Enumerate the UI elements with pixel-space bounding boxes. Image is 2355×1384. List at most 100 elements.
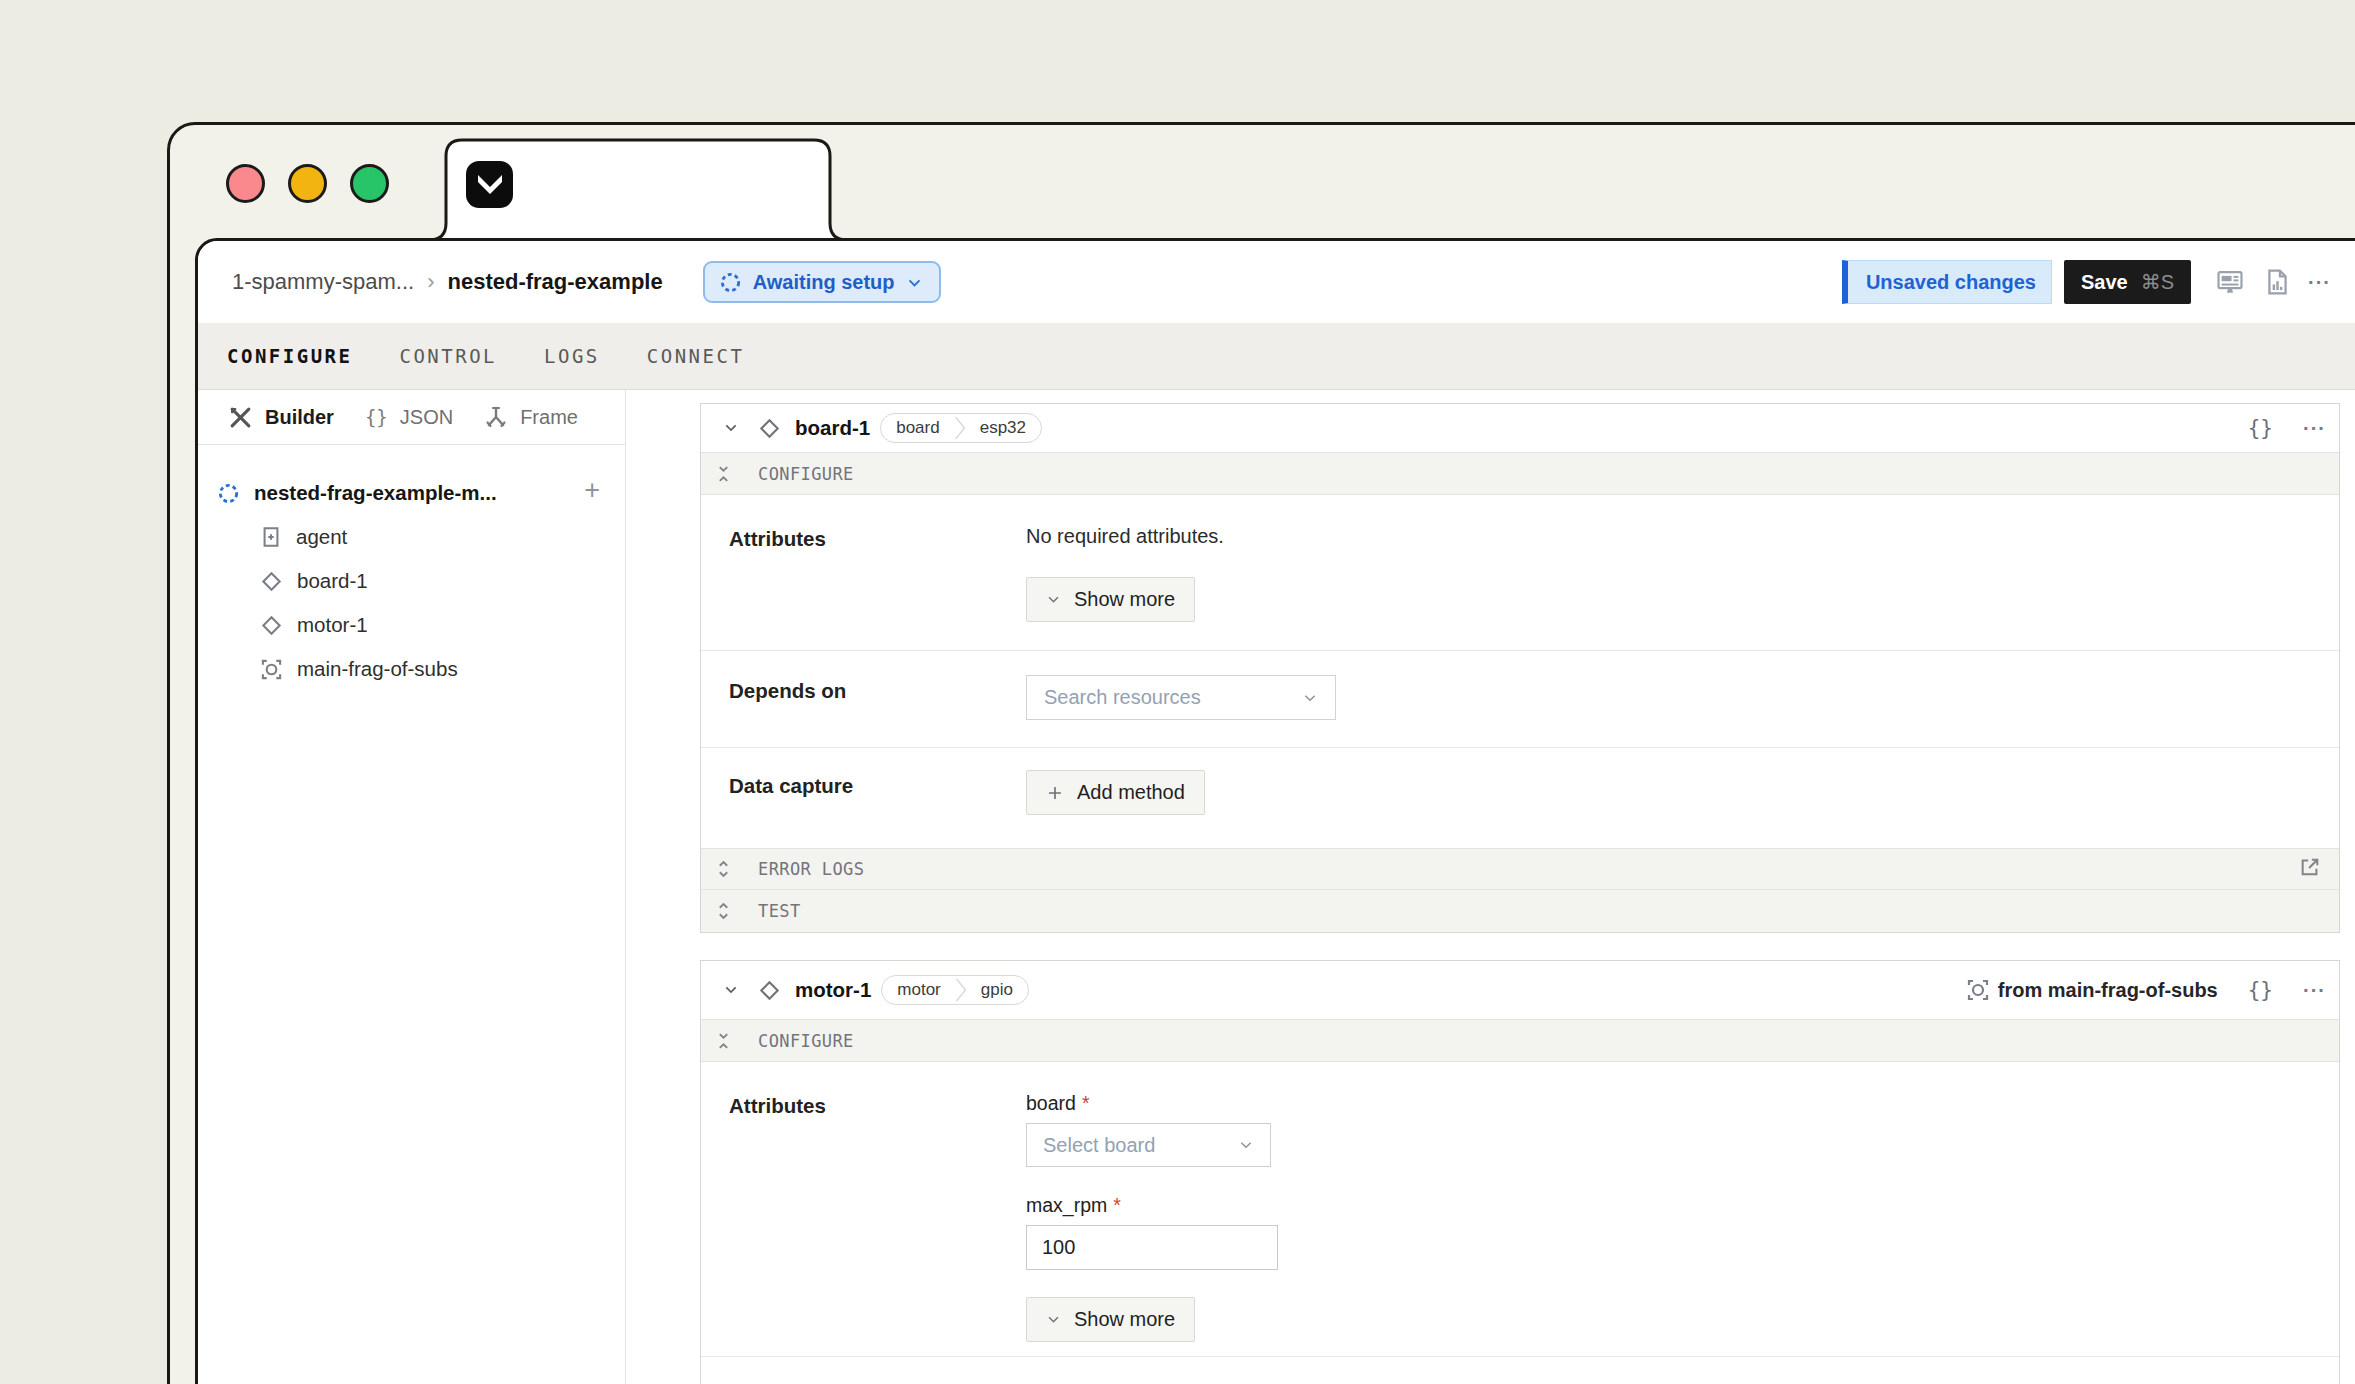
- motor-type-badge: motor gpio: [881, 975, 1029, 1005]
- field-max-rpm-label: max_rpm: [1026, 1194, 1107, 1216]
- awaiting-setup-spinner-icon: [719, 271, 742, 294]
- machine-spinner-icon: [217, 482, 240, 505]
- badge-divider: [956, 975, 966, 1005]
- sidebar-mode-tabs: Builder {} JSON Frame: [198, 390, 625, 445]
- card-menu-icon[interactable]: ···: [2303, 979, 2326, 1002]
- show-more-button[interactable]: Show more: [1026, 577, 1195, 622]
- motor-configure-section[interactable]: CONFIGURE: [701, 1019, 2339, 1062]
- mode-builder-label: Builder: [265, 406, 334, 429]
- required-asterisk: *: [1082, 1092, 1090, 1114]
- collapse-chevron-icon[interactable]: [723, 982, 739, 998]
- tree-item-main-frag-of-subs[interactable]: main-frag-of-subs: [198, 647, 625, 691]
- tree-item-label: board-1: [297, 569, 368, 593]
- depends-placeholder: Search resources: [1044, 686, 1302, 709]
- board-card-header: board-1 board esp32 {} ···: [701, 404, 2339, 452]
- test-label: TEST: [758, 901, 801, 921]
- mode-tab-builder[interactable]: Builder: [228, 405, 334, 430]
- badge-divider: [955, 413, 965, 443]
- board-configure-label: CONFIGURE: [758, 464, 854, 484]
- collapse-section-icon: [717, 464, 730, 484]
- show-more-label: Show more: [1074, 1308, 1175, 1331]
- motor-card-header: motor-1 motor gpio: [701, 961, 2339, 1019]
- from-fragment-label: from main-frag-of-subs: [1998, 979, 2218, 1002]
- maximize-window-button[interactable]: [350, 164, 389, 203]
- show-more-label: Show more: [1074, 588, 1175, 611]
- component-diamond-icon: [758, 979, 781, 1002]
- tree-root-machine[interactable]: nested-frag-example-m... +: [198, 471, 625, 515]
- expand-section-icon: [717, 859, 730, 879]
- app-window: 1-spammy-spam... › nested-frag-example A…: [195, 238, 2355, 1384]
- card-menu-icon[interactable]: ···: [2303, 417, 2326, 440]
- motor-card-tail: [701, 1357, 2339, 1384]
- attributes-label: Attributes: [729, 495, 1026, 650]
- plus-icon: [1046, 784, 1064, 802]
- badge-model: gpio: [966, 980, 1028, 1000]
- attributes-label: Attributes: [729, 1062, 1026, 1342]
- depends-on-label: Depends on: [729, 651, 1026, 747]
- code-braces-icon[interactable]: {}: [2248, 416, 2273, 440]
- close-window-button[interactable]: [226, 164, 265, 203]
- machine-nav: CONFIGURE CONTROL LOGS CONNECT: [198, 323, 2355, 390]
- minimize-window-button[interactable]: [288, 164, 327, 203]
- motor-configure-label: CONFIGURE: [758, 1031, 854, 1051]
- mode-frame-label: Frame: [520, 406, 578, 429]
- code-braces-icon[interactable]: {}: [2248, 978, 2273, 1002]
- chevron-down-icon: [1238, 1137, 1254, 1153]
- viam-logo: [466, 161, 513, 208]
- viam-logo-chevron: [476, 174, 504, 196]
- save-button[interactable]: Save ⌘S: [2064, 260, 2191, 304]
- tree-item-motor-1[interactable]: motor-1: [198, 603, 625, 647]
- board-card-title: board-1: [795, 416, 870, 440]
- depends-on-select[interactable]: Search resources: [1026, 675, 1336, 720]
- mode-tab-json[interactable]: {} JSON: [365, 406, 453, 429]
- tree-item-agent[interactable]: agent: [198, 515, 625, 559]
- board-type-badge: board esp32: [880, 413, 1042, 443]
- max-rpm-input[interactable]: [1026, 1225, 1278, 1270]
- test-section[interactable]: TEST: [701, 889, 2339, 932]
- tab-connect[interactable]: CONNECT: [647, 345, 745, 367]
- data-capture-row: Data capture Add method: [701, 748, 2339, 848]
- more-options-button[interactable]: ···: [2308, 271, 2331, 294]
- machine-header: 1-spammy-spam... › nested-frag-example A…: [198, 241, 2355, 323]
- configure-main: board-1 board esp32 {} ···: [626, 390, 2355, 1384]
- agent-file-icon: [260, 526, 282, 548]
- desktop-background: 1-spammy-spam... › nested-frag-example A…: [0, 0, 2355, 1384]
- tree-item-label: agent: [296, 525, 347, 549]
- select-board-placeholder: Select board: [1043, 1134, 1238, 1157]
- show-more-button[interactable]: Show more: [1026, 1297, 1195, 1342]
- machine-status-badge[interactable]: Awaiting setup: [703, 261, 941, 303]
- frame-axes-icon: [484, 405, 508, 429]
- history-button[interactable]: [2267, 269, 2288, 295]
- json-braces-icon: {}: [365, 406, 388, 428]
- builder-tools-icon: [228, 405, 253, 430]
- badge-type: motor: [882, 980, 955, 1000]
- breadcrumb-parent[interactable]: 1-spammy-spam...: [232, 269, 414, 295]
- tree-item-board-1[interactable]: board-1: [198, 559, 625, 603]
- machine-status-label: Awaiting setup: [753, 271, 895, 294]
- external-link-icon[interactable]: [2299, 856, 2321, 878]
- machine-page-button[interactable]: [2217, 269, 2243, 295]
- add-method-button[interactable]: Add method: [1026, 770, 1205, 815]
- tab-configure[interactable]: CONFIGURE: [227, 345, 352, 367]
- tree-item-label: main-frag-of-subs: [297, 657, 458, 681]
- component-diamond-icon: [260, 570, 283, 593]
- chevron-down-icon: [906, 274, 923, 291]
- mode-tab-frame[interactable]: Frame: [484, 405, 578, 429]
- tab-control[interactable]: CONTROL: [399, 345, 497, 367]
- component-diamond-icon: [260, 614, 283, 637]
- collapse-chevron-icon[interactable]: [723, 420, 739, 436]
- motor-card: motor-1 motor gpio: [700, 960, 2340, 1384]
- error-logs-label: ERROR LOGS: [758, 859, 864, 879]
- save-shortcut: ⌘S: [2141, 270, 2174, 294]
- tree-item-label: motor-1: [297, 613, 368, 637]
- add-method-label: Add method: [1077, 781, 1185, 804]
- depends-on-row: Depends on Search resources: [701, 651, 2339, 748]
- select-board-dropdown[interactable]: Select board: [1026, 1123, 1271, 1167]
- board-configure-section[interactable]: CONFIGURE: [701, 452, 2339, 495]
- error-logs-section[interactable]: ERROR LOGS: [701, 848, 2339, 889]
- tab-logs[interactable]: LOGS: [544, 345, 600, 367]
- data-capture-label: Data capture: [729, 748, 1026, 848]
- add-resource-button[interactable]: +: [584, 475, 600, 506]
- expand-section-icon: [717, 901, 730, 921]
- motor-card-title: motor-1: [795, 978, 871, 1002]
